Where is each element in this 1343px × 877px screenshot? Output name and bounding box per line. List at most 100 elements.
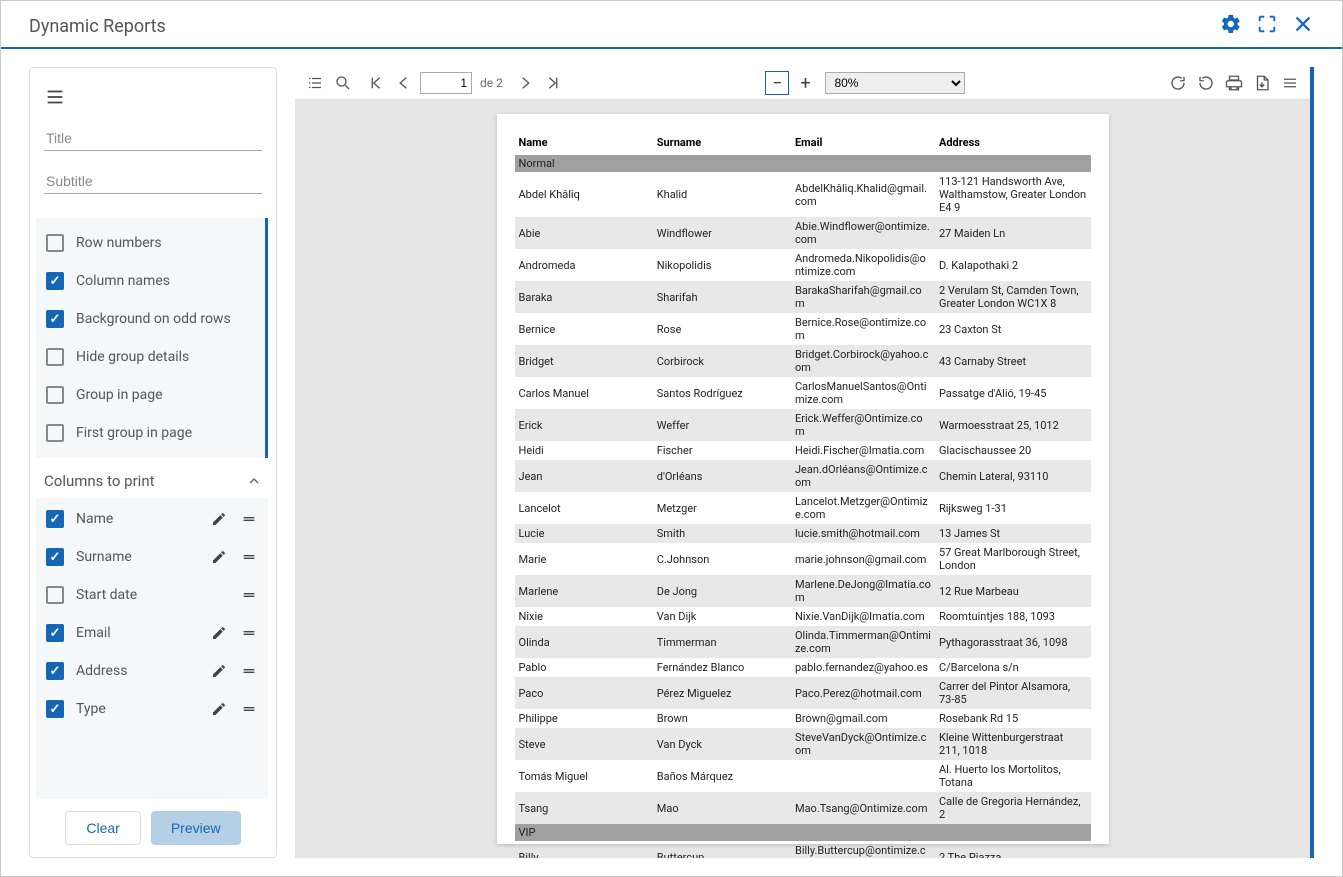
prev-page-icon[interactable] (392, 71, 416, 95)
table-cell: Andromeda (515, 249, 653, 281)
group-row: Normal (515, 155, 1091, 172)
checkbox[interactable] (46, 662, 64, 680)
drag-handle-icon[interactable] (240, 662, 258, 680)
table-row: MarieC.Johnsonmarie.johnson@gmail.com57 … (515, 543, 1091, 575)
checkbox[interactable] (46, 386, 64, 404)
table-row: SteveVan DyckSteveVanDyck@Ontimize.comKl… (515, 728, 1091, 760)
checkbox[interactable] (46, 310, 64, 328)
table-header: Address (935, 130, 1091, 155)
table-cell: Tomás Miguel (515, 760, 653, 792)
edit-icon[interactable] (210, 548, 228, 566)
table-cell: Heidi (515, 441, 653, 460)
edit-icon[interactable] (210, 624, 228, 642)
print-icon[interactable] (1222, 71, 1246, 95)
table-cell: Billy (515, 841, 653, 858)
option-label: Background on odd rows (76, 311, 231, 327)
fullscreen-icon[interactable] (1256, 13, 1278, 39)
column-row: Name (36, 500, 268, 538)
edit-icon[interactable] (210, 700, 228, 718)
group-row: VIP (515, 824, 1091, 841)
option-label: Hide group details (76, 349, 189, 365)
table-cell: Jean.dOrléans@Ontimize.com (791, 460, 935, 492)
page-number-input[interactable] (420, 72, 472, 94)
drag-handle-icon[interactable] (240, 548, 258, 566)
column-label: Type (76, 701, 198, 717)
drag-handle-icon[interactable] (240, 586, 258, 604)
table-cell: Van Dijk (653, 607, 791, 626)
option-row: Background on odd rows (36, 300, 265, 338)
table-cell: Pérez Miguelez (653, 677, 791, 709)
preview-button[interactable]: Preview (151, 811, 241, 845)
download-icon[interactable] (1250, 71, 1274, 95)
table-cell: Lancelot.Metzger@Ontimize.com (791, 492, 935, 524)
checkbox[interactable] (46, 510, 64, 528)
table-cell: Bridget.Corbirock@yahoo.com (791, 345, 935, 377)
table-row: PacoPérez MiguelezPaco.Perez@hotmail.com… (515, 677, 1091, 709)
table-header: Name (515, 130, 653, 155)
table-cell: Pablo (515, 658, 653, 677)
checkbox[interactable] (46, 700, 64, 718)
checkbox[interactable] (46, 234, 64, 252)
last-page-icon[interactable] (541, 71, 565, 95)
drag-handle-icon[interactable] (240, 700, 258, 718)
zoom-select[interactable]: 80% (825, 72, 965, 94)
checkbox[interactable] (46, 548, 64, 566)
table-cell: Mao.Tsang@Ontimize.com (791, 792, 935, 824)
table-cell: Nikopolidis (653, 249, 791, 281)
table-row: OlindaTimmermanOlinda.Timmerman@Ontimize… (515, 626, 1091, 658)
table-cell: Marie (515, 543, 653, 575)
table-row: BridgetCorbirockBridget.Corbirock@yahoo.… (515, 345, 1091, 377)
table-cell: Khalid (653, 172, 791, 217)
checkbox[interactable] (46, 272, 64, 290)
checkbox[interactable] (46, 424, 64, 442)
table-header: Surname (653, 130, 791, 155)
table-cell: Carrer del Pintor Alsamora, 73-85 (935, 677, 1091, 709)
first-page-icon[interactable] (364, 71, 388, 95)
table-cell: Buttercup (653, 841, 791, 858)
table-cell: Erick.Weffer@Ontimize.com (791, 409, 935, 441)
table-cell: D. Kalapothaki 2 (935, 249, 1091, 281)
rotate-ccw-icon[interactable] (1194, 71, 1218, 95)
column-label: Start date (76, 587, 228, 603)
edit-icon[interactable] (210, 662, 228, 680)
checkbox[interactable] (46, 586, 64, 604)
table-row: BarakaSharifahBarakaSharifah@gmail.com2 … (515, 281, 1091, 313)
page-of-label: de 2 (476, 76, 509, 90)
table-cell: AbdelKhâliq.Khalid@gmail.com (791, 172, 935, 217)
close-icon[interactable] (1292, 13, 1314, 39)
menu-icon[interactable] (44, 93, 66, 112)
edit-icon[interactable] (210, 510, 228, 528)
drag-handle-icon[interactable] (240, 624, 258, 642)
next-page-icon[interactable] (513, 71, 537, 95)
table-cell: Warmoesstraat 25, 1012 (935, 409, 1091, 441)
subtitle-input[interactable] (44, 165, 262, 194)
columns-list: NameSurnameStart dateEmailAddressType (36, 498, 268, 799)
clear-button[interactable]: Clear (65, 811, 140, 845)
checkbox[interactable] (46, 348, 64, 366)
search-icon[interactable] (331, 71, 355, 95)
rotate-cw-icon[interactable] (1166, 71, 1190, 95)
checkbox[interactable] (46, 624, 64, 642)
table-cell: Rose (653, 313, 791, 345)
table-cell: Corbirock (653, 345, 791, 377)
more-menu-icon[interactable] (1278, 71, 1302, 95)
zoom-out-button[interactable]: − (765, 71, 789, 95)
toc-icon[interactable] (303, 71, 327, 95)
title-input[interactable] (44, 122, 262, 151)
table-cell: Philippe (515, 709, 653, 728)
zoom-in-button[interactable]: + (793, 71, 817, 95)
table-cell: Calle de Gregoria Hernández, 2 (935, 792, 1091, 824)
drag-handle-icon[interactable] (240, 510, 258, 528)
table-cell: Bridget (515, 345, 653, 377)
table-cell: CarlosManuelSantos@Ontimize.com (791, 377, 935, 409)
table-cell: Nixie.VanDijk@Imatia.com (791, 607, 935, 626)
column-row: Start date (36, 576, 268, 614)
columns-section-header[interactable]: Columns to print (30, 458, 276, 498)
option-label: First group in page (76, 425, 192, 441)
table-header: Email (791, 130, 935, 155)
gear-icon[interactable] (1220, 13, 1242, 39)
table-cell: Baraka (515, 281, 653, 313)
column-label: Email (76, 625, 198, 641)
table-cell: BarakaSharifah@gmail.com (791, 281, 935, 313)
option-label: Row numbers (76, 235, 162, 251)
